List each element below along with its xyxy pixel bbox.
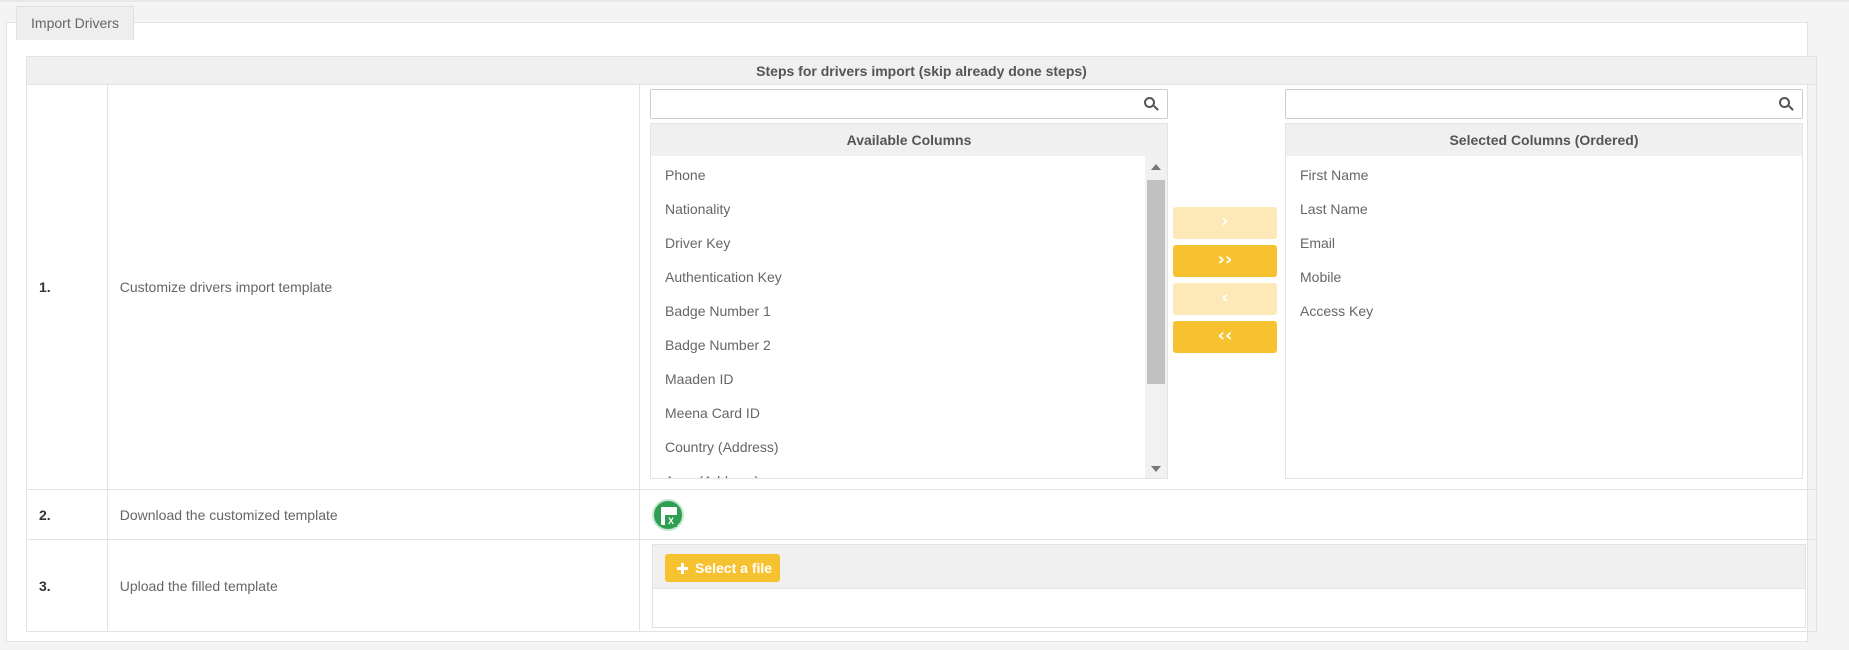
list-item[interactable]: Email <box>1286 226 1802 260</box>
available-columns-list: Available Columns Phone Nationality Driv… <box>650 123 1168 479</box>
step-number: 2. <box>26 489 108 540</box>
selected-search-input[interactable] <box>1285 89 1803 119</box>
list-item[interactable]: Meena Card ID <box>651 396 1167 430</box>
list-item[interactable]: Area (Address) <box>651 464 1167 478</box>
dual-list-cell: Available Columns Phone Nationality Driv… <box>639 84 1817 490</box>
list-item[interactable]: Phone <box>651 158 1167 192</box>
selected-columns-list: Selected Columns (Ordered) First Name La… <box>1285 123 1803 479</box>
step-label: Upload the filled template <box>106 539 641 632</box>
list-item[interactable]: Country (Address) <box>651 430 1167 464</box>
step-number: 1. <box>26 84 108 490</box>
list-item[interactable]: Nationality <box>651 192 1167 226</box>
table-row: 1. Customize drivers import template Ava… <box>26 84 1817 490</box>
step-label: Customize drivers import template <box>106 84 641 490</box>
available-list-scrollbar[interactable] <box>1145 156 1167 478</box>
move-right-button[interactable]: › <box>1173 207 1277 239</box>
upload-toolbar: Select a file <box>653 545 1805 589</box>
list-item[interactable]: Maaden ID <box>651 362 1167 396</box>
list-item[interactable]: Badge Number 1 <box>651 294 1167 328</box>
tab-import-drivers[interactable]: Import Drivers <box>16 6 134 40</box>
search-icon <box>1144 97 1159 111</box>
move-left-button[interactable]: ‹ <box>1173 283 1277 315</box>
scrollbar-thumb[interactable] <box>1147 180 1165 384</box>
available-columns-title: Available Columns <box>651 124 1167 156</box>
move-all-right-button[interactable]: ›› <box>1173 245 1277 277</box>
selected-columns-title: Selected Columns (Ordered) <box>1286 124 1802 156</box>
file-upload-area[interactable]: Select a file <box>652 544 1806 628</box>
list-item[interactable]: Mobile <box>1286 260 1802 294</box>
scroll-up-icon[interactable] <box>1151 164 1161 170</box>
list-item[interactable]: Authentication Key <box>651 260 1167 294</box>
excel-download-icon[interactable]: X <box>652 499 684 531</box>
list-item[interactable]: Badge Number 2 <box>651 328 1167 362</box>
available-search-input[interactable] <box>650 89 1168 119</box>
dual-list-box: Available Columns Phone Nationality Driv… <box>640 85 1816 489</box>
step-number: 3. <box>26 539 108 632</box>
scroll-down-icon[interactable] <box>1151 466 1161 472</box>
search-icon <box>1779 97 1794 111</box>
step-label: Download the customized template <box>106 489 641 540</box>
table-row: 3. Upload the filled template Select a f… <box>26 539 1817 632</box>
upload-cell: Select a file <box>639 539 1817 632</box>
steps-table-header: Steps for drivers import (skip already d… <box>26 56 1817 85</box>
list-item[interactable]: First Name <box>1286 158 1802 192</box>
download-cell: X <box>639 489 1817 540</box>
table-row: 2. Download the customized template X <box>26 489 1817 540</box>
list-item[interactable]: Driver Key <box>651 226 1167 260</box>
move-all-left-button[interactable]: ‹‹ <box>1173 321 1277 353</box>
top-divider <box>0 0 1849 2</box>
list-item[interactable]: Last Name <box>1286 192 1802 226</box>
plus-icon <box>677 563 688 574</box>
list-item[interactable]: Access Key <box>1286 294 1802 328</box>
steps-table: Steps for drivers import (skip already d… <box>26 56 1817 632</box>
select-file-label: Select a file <box>695 560 773 576</box>
select-file-button[interactable]: Select a file <box>665 554 780 582</box>
